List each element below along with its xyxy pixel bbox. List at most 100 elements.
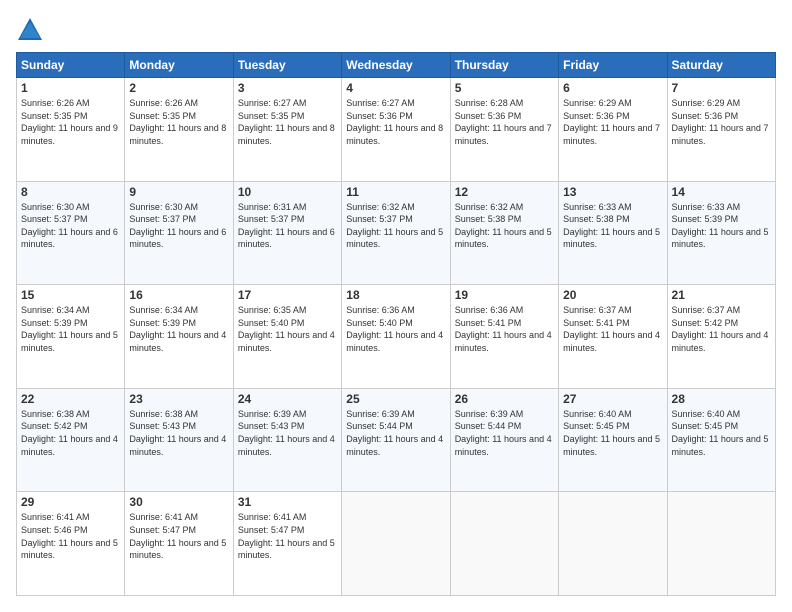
cell-info: Sunrise: 6:32 AM Sunset: 5:38 PM Dayligh…: [455, 201, 554, 251]
calendar-cell: [450, 492, 558, 596]
logo-icon: [16, 16, 44, 44]
column-header-thursday: Thursday: [450, 53, 558, 78]
calendar-cell: 2 Sunrise: 6:26 AM Sunset: 5:35 PM Dayli…: [125, 78, 233, 182]
day-number: 10: [238, 185, 337, 199]
day-number: 28: [672, 392, 771, 406]
page: SundayMondayTuesdayWednesdayThursdayFrid…: [0, 0, 792, 612]
calendar-week-5: 29 Sunrise: 6:41 AM Sunset: 5:46 PM Dayl…: [17, 492, 776, 596]
cell-info: Sunrise: 6:33 AM Sunset: 5:38 PM Dayligh…: [563, 201, 662, 251]
calendar-week-1: 1 Sunrise: 6:26 AM Sunset: 5:35 PM Dayli…: [17, 78, 776, 182]
calendar-cell: [559, 492, 667, 596]
cell-info: Sunrise: 6:38 AM Sunset: 5:43 PM Dayligh…: [129, 408, 228, 458]
day-number: 21: [672, 288, 771, 302]
day-number: 15: [21, 288, 120, 302]
calendar-cell: 15 Sunrise: 6:34 AM Sunset: 5:39 PM Dayl…: [17, 285, 125, 389]
cell-info: Sunrise: 6:34 AM Sunset: 5:39 PM Dayligh…: [129, 304, 228, 354]
day-number: 30: [129, 495, 228, 509]
calendar-cell: 17 Sunrise: 6:35 AM Sunset: 5:40 PM Dayl…: [233, 285, 341, 389]
calendar-cell: 8 Sunrise: 6:30 AM Sunset: 5:37 PM Dayli…: [17, 181, 125, 285]
calendar-cell: 13 Sunrise: 6:33 AM Sunset: 5:38 PM Dayl…: [559, 181, 667, 285]
calendar-table: SundayMondayTuesdayWednesdayThursdayFrid…: [16, 52, 776, 596]
cell-info: Sunrise: 6:27 AM Sunset: 5:36 PM Dayligh…: [346, 97, 445, 147]
day-number: 27: [563, 392, 662, 406]
calendar-cell: 20 Sunrise: 6:37 AM Sunset: 5:41 PM Dayl…: [559, 285, 667, 389]
cell-info: Sunrise: 6:36 AM Sunset: 5:40 PM Dayligh…: [346, 304, 445, 354]
cell-info: Sunrise: 6:29 AM Sunset: 5:36 PM Dayligh…: [672, 97, 771, 147]
calendar-cell: 14 Sunrise: 6:33 AM Sunset: 5:39 PM Dayl…: [667, 181, 775, 285]
cell-info: Sunrise: 6:40 AM Sunset: 5:45 PM Dayligh…: [672, 408, 771, 458]
calendar-cell: 22 Sunrise: 6:38 AM Sunset: 5:42 PM Dayl…: [17, 388, 125, 492]
calendar-week-3: 15 Sunrise: 6:34 AM Sunset: 5:39 PM Dayl…: [17, 285, 776, 389]
cell-info: Sunrise: 6:39 AM Sunset: 5:43 PM Dayligh…: [238, 408, 337, 458]
cell-info: Sunrise: 6:30 AM Sunset: 5:37 PM Dayligh…: [129, 201, 228, 251]
day-number: 8: [21, 185, 120, 199]
calendar-cell: 3 Sunrise: 6:27 AM Sunset: 5:35 PM Dayli…: [233, 78, 341, 182]
cell-info: Sunrise: 6:38 AM Sunset: 5:42 PM Dayligh…: [21, 408, 120, 458]
cell-info: Sunrise: 6:37 AM Sunset: 5:41 PM Dayligh…: [563, 304, 662, 354]
calendar-cell: 1 Sunrise: 6:26 AM Sunset: 5:35 PM Dayli…: [17, 78, 125, 182]
cell-info: Sunrise: 6:26 AM Sunset: 5:35 PM Dayligh…: [129, 97, 228, 147]
cell-info: Sunrise: 6:26 AM Sunset: 5:35 PM Dayligh…: [21, 97, 120, 147]
day-number: 26: [455, 392, 554, 406]
day-number: 7: [672, 81, 771, 95]
cell-info: Sunrise: 6:29 AM Sunset: 5:36 PM Dayligh…: [563, 97, 662, 147]
cell-info: Sunrise: 6:30 AM Sunset: 5:37 PM Dayligh…: [21, 201, 120, 251]
column-header-saturday: Saturday: [667, 53, 775, 78]
column-header-friday: Friday: [559, 53, 667, 78]
day-number: 13: [563, 185, 662, 199]
calendar-cell: 27 Sunrise: 6:40 AM Sunset: 5:45 PM Dayl…: [559, 388, 667, 492]
header: [16, 16, 776, 44]
calendar-week-2: 8 Sunrise: 6:30 AM Sunset: 5:37 PM Dayli…: [17, 181, 776, 285]
calendar-week-4: 22 Sunrise: 6:38 AM Sunset: 5:42 PM Dayl…: [17, 388, 776, 492]
calendar-cell: 21 Sunrise: 6:37 AM Sunset: 5:42 PM Dayl…: [667, 285, 775, 389]
calendar-cell: 10 Sunrise: 6:31 AM Sunset: 5:37 PM Dayl…: [233, 181, 341, 285]
day-number: 31: [238, 495, 337, 509]
calendar-cell: 18 Sunrise: 6:36 AM Sunset: 5:40 PM Dayl…: [342, 285, 450, 389]
day-number: 19: [455, 288, 554, 302]
calendar-cell: 19 Sunrise: 6:36 AM Sunset: 5:41 PM Dayl…: [450, 285, 558, 389]
calendar-cell: 29 Sunrise: 6:41 AM Sunset: 5:46 PM Dayl…: [17, 492, 125, 596]
day-number: 9: [129, 185, 228, 199]
day-number: 23: [129, 392, 228, 406]
cell-info: Sunrise: 6:40 AM Sunset: 5:45 PM Dayligh…: [563, 408, 662, 458]
day-number: 29: [21, 495, 120, 509]
calendar-cell: 28 Sunrise: 6:40 AM Sunset: 5:45 PM Dayl…: [667, 388, 775, 492]
cell-info: Sunrise: 6:41 AM Sunset: 5:46 PM Dayligh…: [21, 511, 120, 561]
day-number: 20: [563, 288, 662, 302]
column-header-tuesday: Tuesday: [233, 53, 341, 78]
calendar-cell: 9 Sunrise: 6:30 AM Sunset: 5:37 PM Dayli…: [125, 181, 233, 285]
calendar-cell: 4 Sunrise: 6:27 AM Sunset: 5:36 PM Dayli…: [342, 78, 450, 182]
day-number: 24: [238, 392, 337, 406]
cell-info: Sunrise: 6:41 AM Sunset: 5:47 PM Dayligh…: [238, 511, 337, 561]
day-number: 11: [346, 185, 445, 199]
cell-info: Sunrise: 6:36 AM Sunset: 5:41 PM Dayligh…: [455, 304, 554, 354]
calendar-cell: [342, 492, 450, 596]
cell-info: Sunrise: 6:34 AM Sunset: 5:39 PM Dayligh…: [21, 304, 120, 354]
day-number: 1: [21, 81, 120, 95]
calendar-cell: 24 Sunrise: 6:39 AM Sunset: 5:43 PM Dayl…: [233, 388, 341, 492]
cell-info: Sunrise: 6:27 AM Sunset: 5:35 PM Dayligh…: [238, 97, 337, 147]
cell-info: Sunrise: 6:31 AM Sunset: 5:37 PM Dayligh…: [238, 201, 337, 251]
day-number: 25: [346, 392, 445, 406]
calendar-cell: 26 Sunrise: 6:39 AM Sunset: 5:44 PM Dayl…: [450, 388, 558, 492]
day-number: 4: [346, 81, 445, 95]
calendar-cell: 11 Sunrise: 6:32 AM Sunset: 5:37 PM Dayl…: [342, 181, 450, 285]
cell-info: Sunrise: 6:39 AM Sunset: 5:44 PM Dayligh…: [346, 408, 445, 458]
calendar-cell: [667, 492, 775, 596]
cell-info: Sunrise: 6:35 AM Sunset: 5:40 PM Dayligh…: [238, 304, 337, 354]
cell-info: Sunrise: 6:37 AM Sunset: 5:42 PM Dayligh…: [672, 304, 771, 354]
calendar-cell: 25 Sunrise: 6:39 AM Sunset: 5:44 PM Dayl…: [342, 388, 450, 492]
column-header-sunday: Sunday: [17, 53, 125, 78]
day-number: 2: [129, 81, 228, 95]
calendar-cell: 5 Sunrise: 6:28 AM Sunset: 5:36 PM Dayli…: [450, 78, 558, 182]
column-header-wednesday: Wednesday: [342, 53, 450, 78]
cell-info: Sunrise: 6:39 AM Sunset: 5:44 PM Dayligh…: [455, 408, 554, 458]
cell-info: Sunrise: 6:28 AM Sunset: 5:36 PM Dayligh…: [455, 97, 554, 147]
cell-info: Sunrise: 6:41 AM Sunset: 5:47 PM Dayligh…: [129, 511, 228, 561]
day-number: 12: [455, 185, 554, 199]
day-number: 14: [672, 185, 771, 199]
calendar-cell: 23 Sunrise: 6:38 AM Sunset: 5:43 PM Dayl…: [125, 388, 233, 492]
cell-info: Sunrise: 6:32 AM Sunset: 5:37 PM Dayligh…: [346, 201, 445, 251]
calendar-cell: 16 Sunrise: 6:34 AM Sunset: 5:39 PM Dayl…: [125, 285, 233, 389]
day-number: 16: [129, 288, 228, 302]
